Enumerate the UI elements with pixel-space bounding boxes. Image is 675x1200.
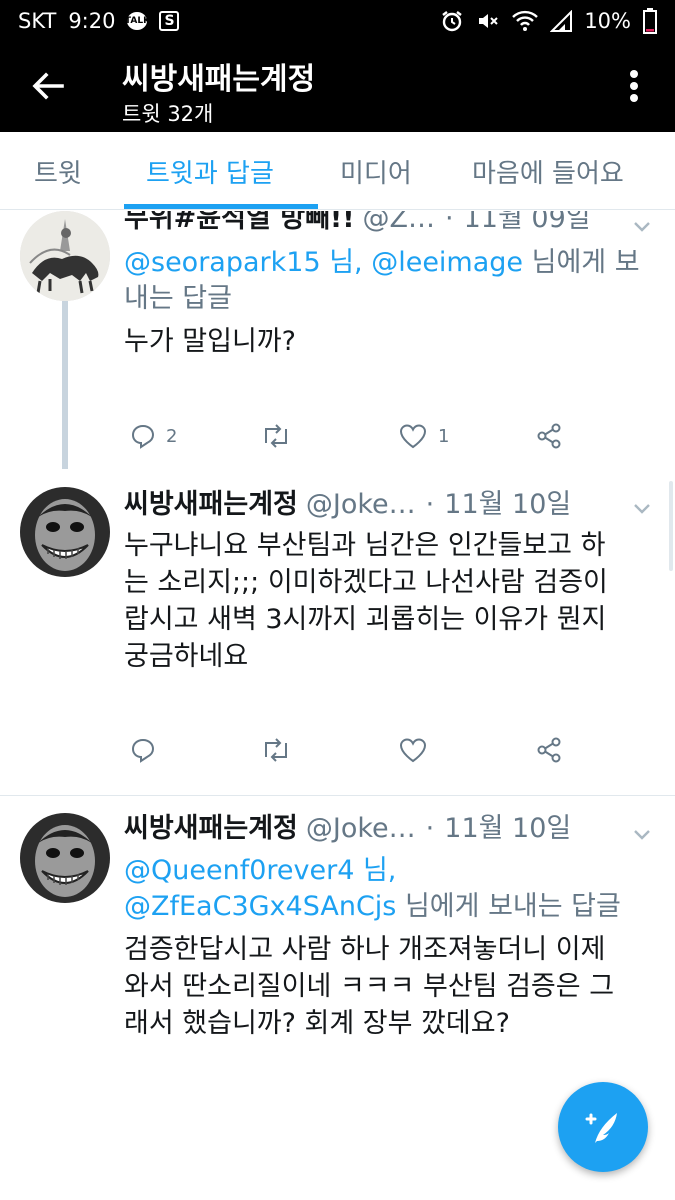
author-name[interactable]: 무위#윤석열 방빼!! bbox=[124, 211, 355, 241]
profile-tabs: 트윗 트윗과 답글 미디어 마음에 들어요 bbox=[0, 132, 675, 210]
reply-icon bbox=[131, 738, 155, 763]
scrollbar[interactable] bbox=[669, 481, 673, 571]
retweet-button[interactable] bbox=[260, 423, 302, 449]
tweet-text: 검증한답시고 사람 하나 개조져놓더니 이제와서 딴소리질이네 ㅋㅋㅋ 부산팀 … bbox=[124, 934, 615, 1039]
more-options-icon[interactable] bbox=[619, 66, 649, 106]
s-notification-icon: S bbox=[159, 11, 180, 31]
timeline-feed[interactable]: 무위#윤석열 방빼!! @Z… · 11월 09일 @seorapark15 님… bbox=[0, 211, 675, 1200]
reply-button[interactable]: 2 bbox=[130, 423, 177, 449]
reply-context: @Queenf0rever4 님, @ZfEaC3Gx4SAnCjs 님에게 보… bbox=[124, 853, 645, 925]
tab-tweets-and-replies[interactable]: 트윗과 답글 bbox=[146, 132, 274, 210]
tab-tweets[interactable]: 트윗 bbox=[34, 132, 82, 210]
thread-line bbox=[62, 301, 68, 469]
tweet-date: 11월 10일 bbox=[444, 813, 572, 844]
wifi-icon bbox=[512, 10, 539, 32]
account-name: 씨방새패는계정 bbox=[122, 62, 316, 97]
like-count: 1 bbox=[438, 425, 450, 447]
chevron-down-icon[interactable] bbox=[631, 823, 653, 845]
like-button[interactable]: 1 bbox=[398, 423, 449, 449]
author-name[interactable]: 씨방새패는계정 bbox=[124, 483, 298, 527]
reply-icon bbox=[131, 424, 155, 449]
avatar[interactable] bbox=[20, 813, 110, 903]
tweet-text: 누가 말입니까? bbox=[124, 326, 296, 357]
share-button[interactable] bbox=[536, 423, 562, 449]
share-button[interactable] bbox=[536, 737, 562, 763]
heart-icon bbox=[399, 738, 427, 763]
tweet-text: 누구냐니요 부산팀과 님간은 인간들보고 하는 소리지;;; 이미하겠다고 나선… bbox=[124, 530, 608, 672]
retweet-icon bbox=[265, 424, 287, 448]
signal-icon bbox=[550, 10, 573, 32]
reply-button[interactable] bbox=[130, 737, 166, 763]
share-icon bbox=[537, 737, 561, 763]
tweet-divider bbox=[0, 795, 675, 796]
chevron-down-icon[interactable] bbox=[631, 215, 653, 237]
share-icon bbox=[537, 423, 561, 449]
compose-tweet-button[interactable] bbox=[558, 1082, 648, 1172]
retweet-icon bbox=[265, 738, 287, 762]
tweet-item[interactable]: 무위#윤석열 방빼!! @Z… · 11월 09일 @seorapark15 님… bbox=[0, 211, 675, 487]
avatar[interactable] bbox=[20, 487, 110, 577]
tweet-date: 11월 10일 bbox=[444, 489, 572, 520]
tweet-item[interactable]: 씨방새패는계정 @Joke… · 11월 10일 누구냐니요 부산팀과 님간은 … bbox=[0, 483, 675, 797]
active-tab-indicator bbox=[124, 204, 318, 209]
reply-mention[interactable]: @Queenf0rever4 님, bbox=[124, 853, 645, 889]
compose-tweet-icon bbox=[585, 1113, 617, 1143]
carrier-label: SKT bbox=[18, 9, 57, 33]
reply-context: @seorapark15 님, @leeimage 님에게 보내는 답글 bbox=[124, 245, 645, 317]
alarm-icon bbox=[440, 9, 464, 33]
tweet-date: 11월 09일 bbox=[463, 211, 591, 234]
tab-media[interactable]: 미디어 bbox=[340, 132, 412, 210]
reply-suffix: 님에게 보내는 답글 bbox=[404, 891, 621, 922]
author-handle: @Z… bbox=[362, 211, 436, 234]
status-bar: SKT 9:20 TALK S 10% bbox=[0, 0, 675, 42]
avatar[interactable] bbox=[20, 211, 110, 301]
chevron-down-icon[interactable] bbox=[631, 497, 653, 519]
app-bar: 씨방새패는계정 트윗 32개 bbox=[0, 42, 675, 132]
tweet-count: 트윗 32개 bbox=[122, 102, 214, 126]
author-name[interactable]: 씨방새패는계정 bbox=[124, 807, 298, 851]
reply-mentions[interactable]: @seorapark15 님, @leeimage bbox=[124, 247, 523, 278]
retweet-button[interactable] bbox=[260, 737, 302, 763]
status-time: 9:20 bbox=[68, 9, 116, 33]
author-handle: @Joke… bbox=[305, 813, 416, 844]
battery-icon bbox=[643, 8, 657, 34]
reply-count: 2 bbox=[166, 425, 178, 447]
reply-mention[interactable]: @ZfEaC3Gx4SAnCjs bbox=[124, 891, 396, 922]
battery-percent: 10% bbox=[584, 9, 631, 33]
author-handle: @Joke… bbox=[305, 489, 416, 520]
mute-icon bbox=[476, 9, 500, 33]
tab-likes[interactable]: 마음에 들어요 bbox=[472, 132, 624, 210]
like-button[interactable] bbox=[398, 737, 438, 763]
kakaotalk-icon: TALK bbox=[125, 12, 150, 30]
heart-icon bbox=[399, 424, 427, 449]
back-arrow-icon[interactable] bbox=[28, 66, 68, 106]
